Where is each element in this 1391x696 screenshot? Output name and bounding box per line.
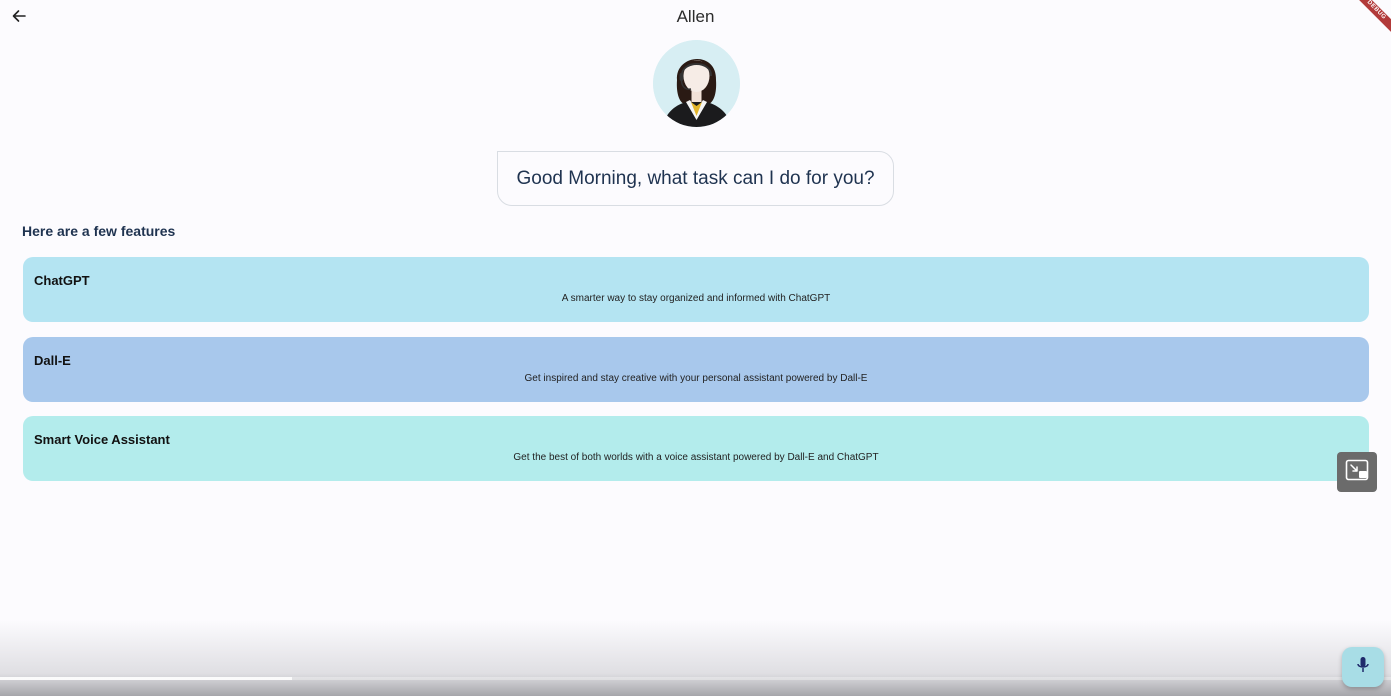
microphone-icon bbox=[1356, 656, 1370, 679]
feature-card-description: Get inspired and stay creative with your… bbox=[524, 373, 868, 384]
assistant-avatar bbox=[653, 40, 740, 127]
debug-banner: DEBUG bbox=[1351, 0, 1391, 40]
features-heading: Here are a few features bbox=[22, 223, 176, 239]
feature-card-title: ChatGPT bbox=[34, 273, 90, 288]
video-overlay-gradient bbox=[0, 620, 1391, 696]
greeting-text: Good Morning, what task can I do for you… bbox=[516, 167, 875, 189]
feature-card-description: A smarter way to stay organized and info… bbox=[561, 293, 831, 304]
feature-card-smart-voice-assistant[interactable]: Smart Voice Assistant Get the best of bo… bbox=[23, 416, 1369, 481]
feature-card-title: Smart Voice Assistant bbox=[34, 432, 170, 447]
video-progress-fill bbox=[0, 677, 293, 680]
picture-in-picture-icon bbox=[1345, 459, 1369, 486]
page-title: Allen bbox=[676, 7, 715, 26]
feature-card-dall-e[interactable]: Dall-E Get inspired and stay creative wi… bbox=[23, 337, 1369, 402]
picture-in-picture-button[interactable] bbox=[1337, 452, 1377, 492]
assistant-avatar-icon bbox=[653, 40, 740, 127]
feature-card-title: Dall-E bbox=[34, 353, 71, 368]
greeting-bubble: Good Morning, what task can I do for you… bbox=[497, 151, 894, 206]
microphone-button[interactable] bbox=[1342, 647, 1384, 687]
video-progress-bar[interactable] bbox=[0, 677, 1391, 680]
feature-card-description: Get the best of both worlds with a voice… bbox=[513, 452, 879, 463]
feature-card-chatgpt[interactable]: ChatGPT A smarter way to stay organized … bbox=[23, 257, 1369, 322]
debug-banner-label: DEBUG bbox=[1351, 0, 1391, 39]
